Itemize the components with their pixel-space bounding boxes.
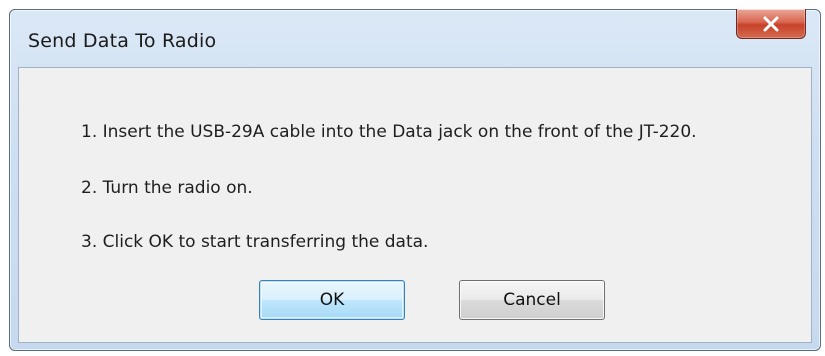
instruction-step-2: 2. Turn the radio on. — [81, 178, 253, 198]
instruction-step-3: 3. Click OK to start transferring the da… — [81, 232, 429, 252]
instruction-step-1: 1. Insert the USB-29A cable into the Dat… — [81, 122, 697, 142]
dialog-window: Send Data To Radio 1. Insert the USB-29A… — [9, 9, 821, 351]
ok-button[interactable]: OK — [259, 280, 405, 320]
dialog-title: Send Data To Radio — [28, 30, 217, 52]
close-button[interactable] — [736, 9, 806, 39]
title-bar[interactable]: Send Data To Radio — [10, 9, 820, 66]
close-icon — [763, 16, 779, 31]
cancel-button[interactable]: Cancel — [459, 280, 605, 320]
dialog-content: 1. Insert the USB-29A cable into the Dat… — [18, 67, 812, 343]
